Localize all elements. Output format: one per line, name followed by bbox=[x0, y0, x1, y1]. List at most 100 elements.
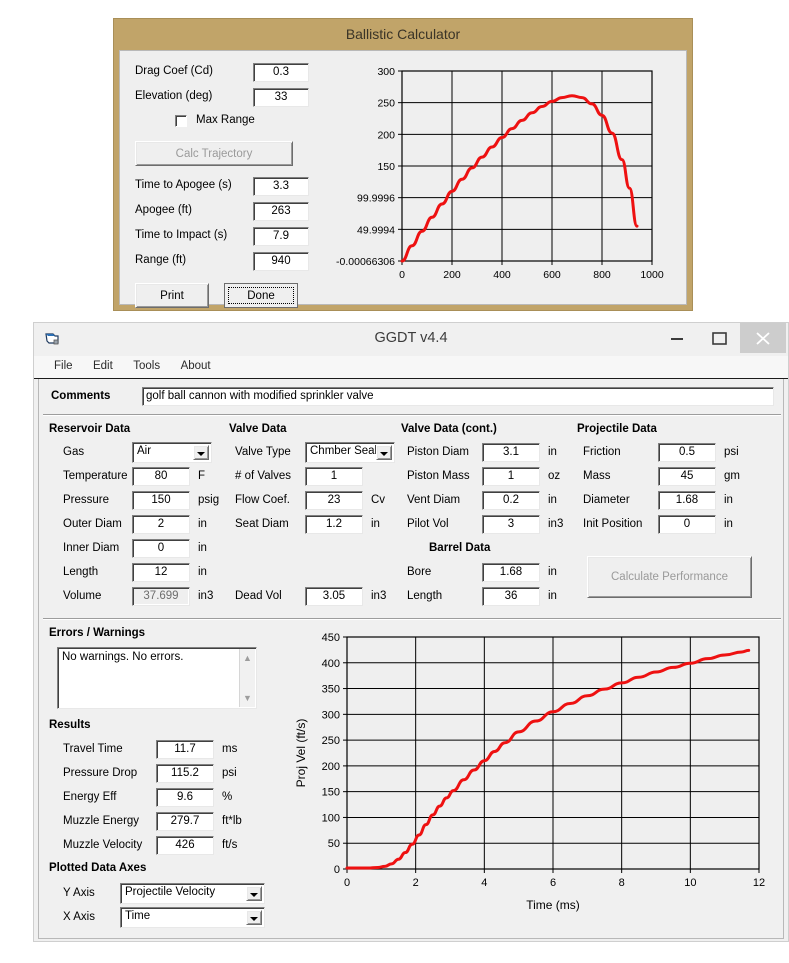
muzzle-velocity-value: 426 bbox=[156, 836, 214, 855]
vent-diam-input[interactable]: 0.2 bbox=[482, 491, 540, 510]
bore-label: Bore bbox=[407, 566, 432, 578]
piston-diam-label: Piston Diam bbox=[407, 446, 469, 458]
energy-eff-label: Energy Eff bbox=[63, 791, 117, 803]
x-axis-combo[interactable]: Time bbox=[120, 907, 265, 928]
svg-text:99.9996: 99.9996 bbox=[357, 193, 395, 205]
barrel-length-input[interactable]: 36 bbox=[482, 587, 540, 606]
volume-unit: in3 bbox=[198, 590, 214, 602]
num-valves-input[interactable]: 1 bbox=[305, 467, 363, 486]
scroll-down-icon[interactable]: ▼ bbox=[240, 691, 255, 705]
piston-mass-input[interactable]: 1 bbox=[482, 467, 540, 486]
result-time-impact-label: Time to Impact (s) bbox=[135, 229, 228, 241]
field-drag-coef: Drag Coef (Cd) 0.3 bbox=[135, 63, 309, 83]
menu-tools[interactable]: Tools bbox=[125, 357, 168, 374]
init-position-label: Init Position bbox=[583, 518, 643, 530]
result-apogee-label: Apogee (ft) bbox=[135, 204, 192, 216]
seat-diam-input[interactable]: 1.2 bbox=[305, 515, 363, 534]
friction-input[interactable]: 0.5 bbox=[658, 443, 716, 462]
errors-scrollbar[interactable]: ▲ ▼ bbox=[239, 649, 255, 707]
chevron-down-icon[interactable] bbox=[246, 910, 262, 925]
num-valves-label: # of Valves bbox=[235, 470, 292, 482]
seat-diam-unit: in bbox=[371, 518, 380, 530]
valve-type-value: Chmber Seal bbox=[310, 445, 378, 457]
done-button[interactable]: Done bbox=[224, 283, 298, 308]
mass-input[interactable]: 45 bbox=[658, 467, 716, 486]
inner-diam-input[interactable]: 0 bbox=[132, 539, 190, 558]
init-position-unit: in bbox=[724, 518, 733, 530]
res-length-unit: in bbox=[198, 566, 207, 578]
max-range-checkbox[interactable] bbox=[175, 115, 187, 127]
calc-trajectory-button[interactable]: Calc Trajectory bbox=[135, 141, 293, 166]
menu-about[interactable]: About bbox=[173, 357, 219, 374]
barrel-length-unit: in bbox=[548, 590, 557, 602]
y-axis-label: Y Axis bbox=[63, 887, 95, 899]
bore-input[interactable]: 1.68 bbox=[482, 563, 540, 582]
chevron-down-icon[interactable] bbox=[193, 445, 209, 460]
field-elevation-input[interactable]: 33 bbox=[253, 88, 309, 107]
svg-text:250: 250 bbox=[377, 98, 395, 110]
piston-mass-unit: oz bbox=[548, 470, 561, 482]
pressure-input[interactable]: 150 bbox=[132, 491, 190, 510]
result-time-impact-value[interactable]: 7.9 bbox=[253, 227, 309, 246]
scroll-up-icon[interactable]: ▲ bbox=[240, 651, 255, 665]
res-length-input[interactable]: 12 bbox=[132, 563, 190, 582]
ballistic-calculator-window: Ballistic Calculator Drag Coef (Cd) 0.3 … bbox=[113, 18, 693, 311]
init-position-input[interactable]: 0 bbox=[658, 515, 716, 534]
svg-text:4: 4 bbox=[481, 877, 487, 889]
chevron-down-icon[interactable] bbox=[246, 886, 262, 901]
print-button[interactable]: Print bbox=[135, 283, 209, 308]
pressure-drop-unit: psi bbox=[222, 767, 237, 779]
close-icon bbox=[756, 332, 770, 345]
pilot-vol-label: Pilot Vol bbox=[407, 518, 449, 530]
flow-coef-input[interactable]: 23 bbox=[305, 491, 363, 510]
ggdt-titlebar: GGDT v4.4 bbox=[34, 323, 788, 356]
svg-text:49.9994: 49.9994 bbox=[357, 224, 395, 236]
outer-diam-input[interactable]: 2 bbox=[132, 515, 190, 534]
piston-diam-input[interactable]: 3.1 bbox=[482, 443, 540, 462]
ballistic-title: Ballistic Calculator bbox=[345, 26, 461, 42]
outer-diam-unit: in bbox=[198, 518, 207, 530]
temperature-input[interactable]: 80 bbox=[132, 467, 190, 486]
menu-file[interactable]: File bbox=[46, 357, 81, 374]
pressure-label: Pressure bbox=[63, 494, 110, 506]
chevron-down-icon[interactable] bbox=[376, 445, 392, 460]
barrel-length-label: Length bbox=[407, 590, 443, 602]
svg-text:300: 300 bbox=[322, 709, 340, 721]
minimize-button[interactable] bbox=[656, 323, 698, 353]
errors-textarea[interactable]: No warnings. No errors. ▲ ▼ bbox=[57, 647, 257, 709]
result-range-value[interactable]: 940 bbox=[253, 252, 309, 271]
diameter-input[interactable]: 1.68 bbox=[658, 491, 716, 510]
mass-unit: gm bbox=[724, 470, 740, 482]
barrel-title: Barrel Data bbox=[429, 542, 491, 554]
volume-value: 37.699 bbox=[132, 587, 190, 606]
piston-mass-label: Piston Mass bbox=[407, 470, 470, 482]
friction-label: Friction bbox=[583, 446, 621, 458]
gas-combo[interactable]: Air bbox=[132, 442, 212, 463]
comments-input[interactable]: golf ball cannon with modified sprinkler… bbox=[142, 387, 774, 406]
pressure-unit: psig bbox=[198, 494, 220, 506]
ggdt-client-area: Comments golf ball cannon with modified … bbox=[38, 379, 784, 939]
gas-label: Gas bbox=[63, 446, 85, 458]
calculate-performance-button[interactable]: Calculate Performance bbox=[587, 556, 752, 598]
svg-text:10: 10 bbox=[684, 877, 696, 889]
screen-root: Ballistic Calculator Drag Coef (Cd) 0.3 … bbox=[0, 0, 789, 963]
maximize-button[interactable] bbox=[698, 323, 740, 353]
dead-vol-input[interactable]: 3.05 bbox=[305, 587, 363, 606]
y-axis-combo[interactable]: Projectile Velocity bbox=[120, 883, 265, 904]
result-apogee-value[interactable]: 263 bbox=[253, 202, 309, 221]
field-drag-coef-input[interactable]: 0.3 bbox=[253, 63, 309, 82]
result-time-apogee-value[interactable]: 3.3 bbox=[253, 177, 309, 196]
flow-coef-label: Flow Coef. bbox=[235, 494, 290, 506]
separator-top bbox=[43, 414, 781, 416]
valve-title: Valve Data bbox=[229, 423, 287, 435]
valve-type-label: Valve Type bbox=[235, 446, 291, 458]
pilot-vol-input[interactable]: 3 bbox=[482, 515, 540, 534]
vent-diam-unit: in bbox=[548, 494, 557, 506]
svg-text:400: 400 bbox=[493, 269, 511, 281]
ggdt-window: GGDT v4.4 File Edit Tools About Comments… bbox=[33, 322, 789, 942]
menu-edit[interactable]: Edit bbox=[85, 357, 121, 374]
dead-vol-label: Dead Vol bbox=[235, 590, 282, 602]
max-range-checkbox-row[interactable]: Max Range bbox=[175, 113, 315, 133]
close-button[interactable] bbox=[740, 323, 786, 353]
valve-type-combo[interactable]: Chmber Seal bbox=[305, 442, 395, 463]
